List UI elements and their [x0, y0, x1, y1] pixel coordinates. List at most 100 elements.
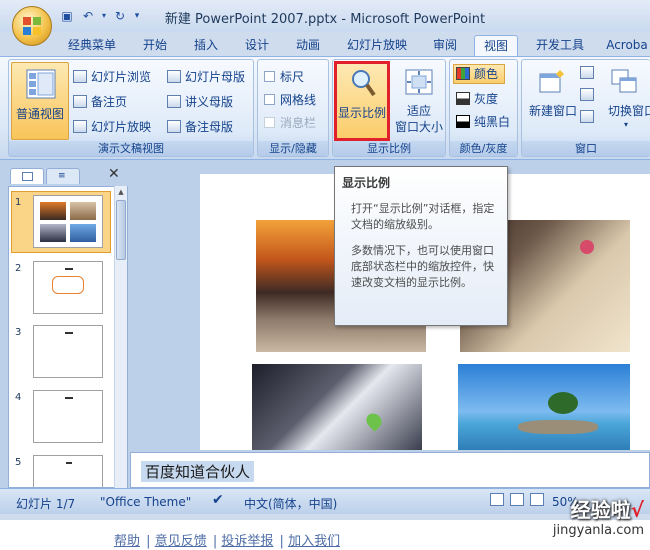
switch-window-button[interactable]: 切换窗口 ▾: [604, 64, 650, 140]
work-area: ≡ ✕ 1 2 3 4 5 ▲ 百度知道合伙人: [0, 160, 650, 488]
gridlines-checkbox[interactable]: 网格线: [264, 91, 316, 108]
tab-classic-menu[interactable]: 经典菜单: [62, 35, 122, 56]
slides-tab[interactable]: [10, 168, 44, 184]
fit-to-window-button[interactable]: 适应 窗口大小: [393, 64, 445, 142]
switch-window-label: 切换窗口: [608, 104, 650, 118]
theme-name[interactable]: "Office Theme": [100, 495, 191, 509]
feedback-link[interactable]: 意见反馈: [155, 534, 207, 549]
join-us-link[interactable]: 加入我们: [288, 534, 340, 549]
slideshow-view-status-icon[interactable]: [530, 493, 544, 506]
slide-number: 5: [15, 457, 22, 468]
slide-thumbnail-1[interactable]: [33, 195, 103, 248]
notes-page-button[interactable]: 备注页: [73, 93, 127, 110]
close-panel-icon[interactable]: ✕: [108, 166, 120, 182]
notes-pane[interactable]: 百度知道合伙人: [130, 452, 650, 488]
scroll-up-icon[interactable]: ▲: [116, 188, 126, 198]
pure-bw-button[interactable]: 纯黑白: [456, 113, 510, 130]
group-show-hide: 标尺 网格线 消息栏 显示/隐藏: [257, 59, 329, 157]
ruler-checkbox-box: [264, 71, 275, 82]
tab-developer[interactable]: 开发工具: [528, 35, 592, 56]
tab-review[interactable]: 审阅: [425, 35, 465, 56]
group-label-presentation-views: 演示文稿视图: [9, 141, 253, 156]
slide-show-icon: [73, 120, 87, 133]
notes-text[interactable]: 百度知道合伙人: [141, 461, 255, 482]
outline-tab[interactable]: ≡: [46, 168, 80, 184]
arrange-all-button[interactable]: [580, 66, 598, 80]
tooltip-body: 打开“显示比例”对话框，指定文档的缩放级别。 多数情况下，也可以使用窗口底部状态…: [351, 201, 499, 301]
color-icon: [456, 67, 470, 80]
group-label-color-grayscale: 颜色/灰度: [450, 141, 517, 156]
new-window-button[interactable]: 新建窗口: [524, 64, 582, 140]
tab-slide-show[interactable]: 幻灯片放映: [342, 35, 412, 56]
tab-view[interactable]: 视图: [474, 35, 518, 56]
arrange-all-icon: [580, 66, 594, 79]
gridlines-label: 网格线: [280, 93, 317, 107]
language-indicator[interactable]: 中文(简体，中国): [244, 495, 337, 512]
heart-clip-icon: [580, 240, 594, 254]
pure-bw-label: 纯黑白: [474, 115, 511, 129]
bokeh-heart-photo[interactable]: [252, 364, 422, 450]
notes-master-button[interactable]: 备注母版: [167, 118, 233, 135]
grayscale-label: 灰度: [474, 92, 499, 106]
tab-design[interactable]: 设计: [237, 35, 277, 56]
cascade-button[interactable]: [580, 88, 598, 102]
normal-view-icon: [26, 69, 56, 99]
ruler-label: 标尺: [280, 70, 305, 84]
fit-window-icon: [405, 69, 433, 95]
new-window-icon: [539, 70, 564, 93]
notes-page-label: 备注页: [91, 95, 128, 109]
spell-check-icon[interactable]: ✔: [212, 492, 224, 508]
zoom-tooltip: 显示比例 打开“显示比例”对话框，指定文档的缩放级别。 多数情况下，也可以使用窗…: [334, 166, 508, 326]
move-split-button[interactable]: [580, 110, 598, 124]
group-window: 新建窗口 切换窗口 ▾ 窗口: [521, 59, 650, 157]
thumbnail-scrollbar[interactable]: ▲: [114, 186, 127, 488]
help-link[interactable]: 帮助: [114, 534, 140, 549]
handout-master-button[interactable]: 讲义母版: [167, 93, 233, 110]
grayscale-icon: [456, 92, 470, 105]
group-label-zoom: 显示比例: [333, 141, 445, 156]
tab-insert[interactable]: 插入: [186, 35, 226, 56]
switch-window-icon: [611, 69, 637, 93]
slide-thumbnail-2[interactable]: [33, 261, 103, 314]
slide-sorter-button[interactable]: 幻灯片浏览: [73, 68, 151, 85]
tooltip-paragraph-2: 多数情况下，也可以使用窗口底部状态栏中的缩放控件，快速改变文档的显示比例。: [351, 244, 494, 289]
powerpoint-window: ▣ ↶ ▾ ↻ ▾ 新建 PowerPoint 2007.pptx - Micr…: [0, 0, 650, 520]
office-logo-icon: [23, 17, 41, 35]
slide-sorter-label: 幻灯片浏览: [91, 70, 152, 84]
footer-links: 帮助 | 意见反馈 | 投诉举报 | 加入我们: [114, 530, 342, 549]
group-label-window: 窗口: [522, 141, 650, 156]
office-button[interactable]: [12, 6, 52, 46]
report-link[interactable]: 投诉举报: [221, 534, 273, 549]
grayscale-button[interactable]: 灰度: [456, 90, 498, 107]
tab-acrobat[interactable]: Acroba: [604, 35, 650, 56]
slide-thumbnail-4[interactable]: [33, 390, 103, 443]
zoom-label: 显示比例: [337, 106, 386, 120]
sorter-view-status-icon[interactable]: [510, 493, 524, 506]
island-tree-photo[interactable]: [458, 364, 630, 450]
slide-counter: 幻灯片 1/7: [16, 497, 76, 511]
slide-thumbnail-5[interactable]: [33, 455, 103, 487]
slide-show-button[interactable]: 幻灯片放映: [73, 118, 151, 135]
zoom-button[interactable]: 显示比例: [334, 61, 390, 141]
slide-number: 1: [15, 197, 22, 208]
handout-master-label: 讲义母版: [185, 95, 234, 109]
new-window-label: 新建窗口: [528, 104, 577, 118]
normal-view-button[interactable]: 普通视图: [11, 62, 69, 140]
window-title: 新建 PowerPoint 2007.pptx - Microsoft Powe…: [164, 12, 486, 27]
footer-separator: |: [212, 534, 218, 549]
message-bar-label: 消息栏: [280, 116, 317, 130]
normal-view-status-icon[interactable]: [490, 493, 504, 506]
slide-master-button[interactable]: 幻灯片母版: [167, 68, 245, 85]
slide-master-icon: [167, 70, 181, 83]
tab-home[interactable]: 开始: [135, 35, 175, 56]
message-bar-checkbox-box: [264, 117, 275, 128]
ribbon: 普通视图 幻灯片浏览 备注页 幻灯片放映 幻灯片母版 讲义母版 备注母版 演示文…: [0, 56, 650, 160]
slide-thumbnail-3[interactable]: [33, 325, 103, 378]
notes-page-icon: [73, 95, 87, 108]
scroll-thumb[interactable]: [116, 200, 126, 260]
ruler-checkbox[interactable]: 标尺: [264, 68, 304, 85]
green-heart-icon: [363, 410, 385, 432]
tab-animations[interactable]: 动画: [288, 35, 328, 56]
notes-master-icon: [167, 120, 181, 133]
color-button[interactable]: 颜色: [453, 64, 505, 84]
